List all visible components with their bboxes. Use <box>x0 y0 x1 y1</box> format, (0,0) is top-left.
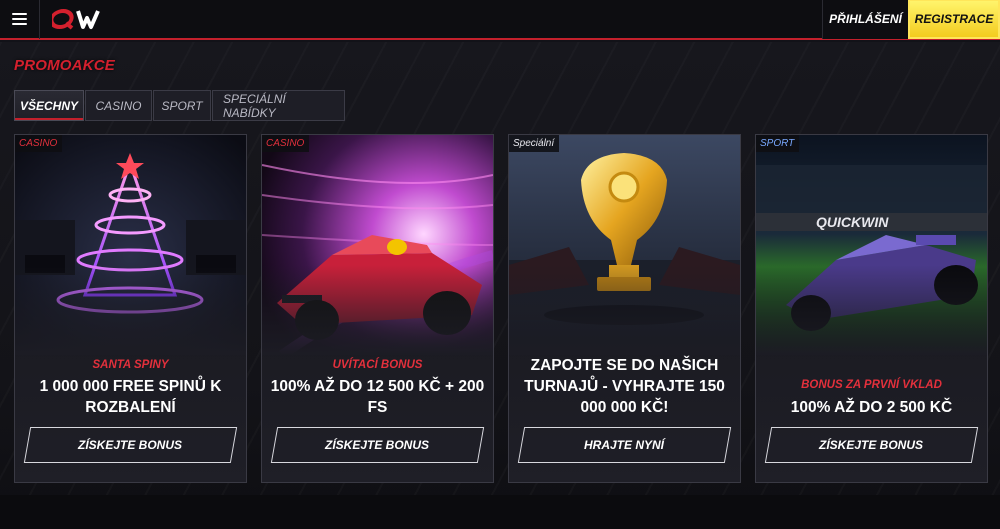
promo-image-race-car-tunnel <box>262 135 493 355</box>
promo-title: 1 000 000 FREE SPINŮ K ROZBALENÍ <box>39 378 222 416</box>
promo-subtitle: BONUS ZA PRVNÍ VKLAD <box>801 379 942 391</box>
button-label: ZÍSKEJTE BONUS <box>325 438 430 452</box>
promo-image-trophy <box>509 135 740 355</box>
category-tabs: VŠECHNY CASINO SPORT SPECIÁLNÍ NABÍDKY <box>14 90 346 121</box>
promo-card-santa-spins[interactable]: CASINO SANTA SPINY 1 000 000 FREE SPINŮ … <box>14 134 247 483</box>
button-label: ZÍSKEJTE BONUS <box>819 438 924 452</box>
register-button[interactable]: REGISTRACE <box>908 0 1000 39</box>
tab-special-offers[interactable]: SPECIÁLNÍ NABÍDKY <box>212 90 345 121</box>
footer-area <box>0 495 1000 529</box>
login-button[interactable]: PŘIHLÁŠENÍ <box>822 0 908 39</box>
promo-title: 100% AŽ DO 12 500 KČ + 200 FS <box>270 378 485 416</box>
promo-title: ZAPOJTE SE DO NAŠICH TURNAJŮ - VYHRAJTE … <box>524 357 725 416</box>
category-badge: Speciální <box>509 135 560 152</box>
promo-card-tournaments[interactable]: Speciální ZAPOJTE SE DO NAŠICH TURNAJŮ -… <box>508 134 741 483</box>
page-title: PROMOAKCE <box>14 57 115 74</box>
promo-subtitle: UVÍTACÍ BONUS <box>332 359 423 371</box>
hamburger-icon <box>12 13 27 25</box>
stadium-banner-text: QUICKWIN <box>816 214 889 230</box>
quickwin-logo-icon <box>52 9 100 30</box>
menu-button[interactable] <box>0 0 40 39</box>
category-badge: CASINO <box>262 135 310 152</box>
promo-card-first-deposit[interactable]: QUICKWIN SPORT BONUS ZA PRVNÍ VKLAD 100%… <box>755 134 988 483</box>
promo-title: 100% AŽ DO 2 500 KČ <box>790 399 953 416</box>
top-header: PŘIHLÁŠENÍ REGISTRACE <box>0 0 1000 40</box>
tab-all[interactable]: VŠECHNY <box>14 90 84 121</box>
play-now-button[interactable]: HRAJTE NYNÍ <box>517 427 732 463</box>
button-label: ZÍSKEJTE BONUS <box>78 438 183 452</box>
promo-image-christmas-tree <box>15 135 246 355</box>
category-badge: CASINO <box>15 135 63 152</box>
promo-card-welcome-bonus[interactable]: CASINO UVÍTACÍ BONUS 100% AŽ DO 12 500 K… <box>261 134 494 483</box>
promo-subtitle: SANTA SPINY <box>92 359 169 371</box>
promo-image-race-car-stadium: QUICKWIN <box>756 135 987 355</box>
claim-bonus-button[interactable]: ZÍSKEJTE BONUS <box>23 427 238 463</box>
logo[interactable] <box>52 7 110 31</box>
tab-casino[interactable]: CASINO <box>85 90 152 121</box>
category-badge: SPORT <box>756 135 800 152</box>
tab-sport[interactable]: SPORT <box>153 90 211 121</box>
claim-bonus-button[interactable]: ZÍSKEJTE BONUS <box>270 427 485 463</box>
button-label: HRAJTE NYNÍ <box>584 438 665 452</box>
claim-bonus-button[interactable]: ZÍSKEJTE BONUS <box>764 427 979 463</box>
